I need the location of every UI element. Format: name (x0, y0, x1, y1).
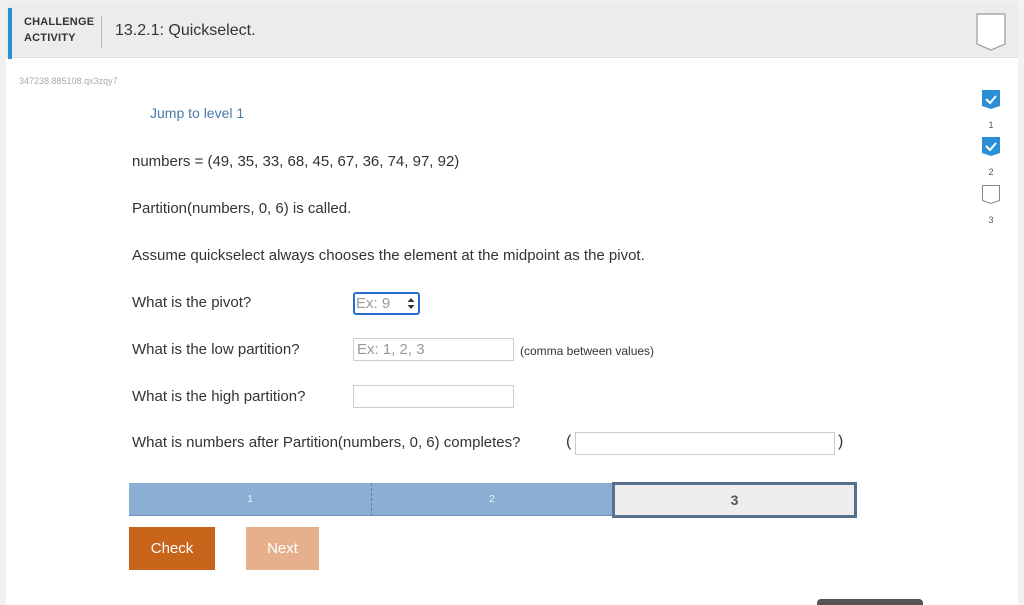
activity-card: CHALLENGE ACTIVITY 13.2.1: Quickselect. … (6, 3, 1018, 605)
pivot-placeholder: Ex: 9 (356, 295, 391, 312)
open-paren: ( (566, 433, 572, 450)
low-partition-input[interactable]: Ex: 1, 2, 3 (353, 338, 514, 361)
activity-header: CHALLENGE ACTIVITY 13.2.1: Quickselect. (6, 3, 1018, 59)
numbers-line: numbers = (49, 35, 33, 68, 45, 67, 36, 7… (132, 153, 460, 170)
side-level-1-label: 1 (988, 120, 994, 130)
activity-title: 13.2.1: Quickselect. (115, 22, 256, 39)
pivot-input[interactable]: Ex: 9 (353, 292, 420, 315)
level-progress-bar: 1 2 3 (129, 482, 857, 518)
jump-to-level-link[interactable]: Jump to level 1 (150, 105, 244, 121)
numbers-after-input[interactable] (575, 432, 835, 455)
pivot-question-label: What is the pivot? (132, 294, 252, 311)
low-partition-placeholder: Ex: 1, 2, 3 (357, 341, 425, 358)
bookmark-outline-icon[interactable] (976, 13, 1006, 51)
activity-id: 347238.885108.qx3zqy7 (19, 76, 118, 86)
next-button[interactable]: Next (246, 527, 319, 570)
high-partition-question-label: What is the high partition? (132, 388, 306, 405)
high-partition-input[interactable] (353, 385, 514, 408)
checked-bookmark-icon[interactable] (982, 90, 1000, 109)
bottom-tab-handle[interactable] (817, 599, 923, 605)
header-accent-bar (8, 8, 12, 59)
number-spinner-icon[interactable] (407, 297, 415, 310)
activity-type-line1: CHALLENGE (24, 16, 95, 28)
check-button[interactable]: Check (129, 527, 215, 570)
checked-bookmark-icon[interactable] (982, 137, 1000, 156)
close-paren: ) (838, 433, 844, 450)
assumption-line: Assume quickselect always chooses the el… (132, 247, 645, 264)
header-divider (101, 16, 102, 48)
numbers-after-question-label: What is numbers after Partition(numbers,… (132, 434, 521, 451)
level-3-segment[interactable]: 3 (612, 482, 857, 518)
page-scrollbar-track[interactable] (1018, 0, 1024, 605)
activity-type-label: CHALLENGE ACTIVITY (24, 14, 94, 46)
partition-call-line: Partition(numbers, 0, 6) is called. (132, 200, 352, 217)
empty-bookmark-icon[interactable] (982, 185, 1000, 204)
side-level-2-label: 2 (988, 167, 994, 177)
activity-type-line2: ACTIVITY (24, 32, 76, 44)
comma-hint: (comma between values) (520, 344, 655, 358)
level-1-segment[interactable]: 1 (129, 483, 372, 516)
low-partition-question-label: What is the low partition? (132, 341, 300, 358)
level-2-segment[interactable]: 2 (372, 483, 612, 516)
side-level-3-label: 3 (988, 215, 994, 225)
